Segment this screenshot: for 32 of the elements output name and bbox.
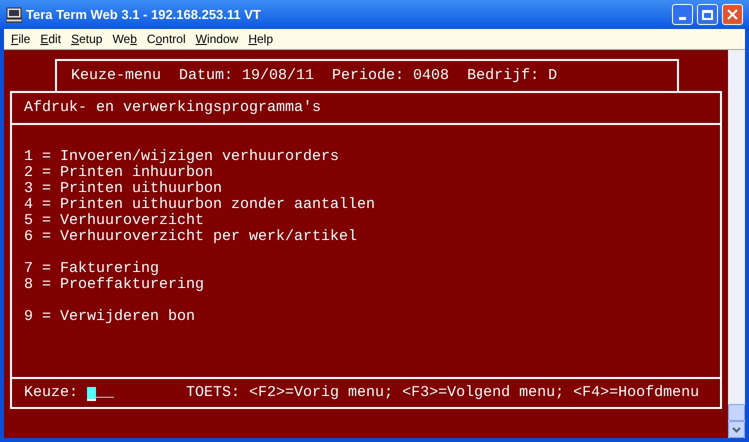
menu-item[interactable]: Setup bbox=[66, 30, 108, 48]
menu-item[interactable]: Edit bbox=[35, 30, 66, 48]
input-field[interactable]: __ bbox=[87, 385, 114, 401]
menu-option: 7 = Fakturering bbox=[24, 261, 720, 277]
window-title: Tera Term Web 3.1 - 192.168.253.11 VT bbox=[26, 6, 262, 24]
scrollbar[interactable] bbox=[728, 50, 745, 438]
menu-option: 6 = Verhuuroverzicht per werk/artikel bbox=[24, 229, 720, 245]
menu-option: 4 = Printen uithuurbon zonder aantallen bbox=[24, 197, 720, 213]
menu-item[interactable]: Control bbox=[142, 30, 191, 48]
menu-item[interactable]: Help bbox=[243, 30, 278, 48]
menu-option: 5 = Verhuuroverzicht bbox=[24, 213, 720, 229]
menu-option: 9 = Verwijderen bon bbox=[24, 309, 720, 325]
close-icon bbox=[727, 9, 738, 20]
chevron-down-icon bbox=[732, 426, 741, 432]
maximize-button[interactable] bbox=[697, 4, 718, 25]
menu-item[interactable]: Web bbox=[107, 30, 142, 48]
menu-item[interactable]: File bbox=[6, 30, 36, 48]
scroll-down-button[interactable] bbox=[728, 421, 745, 438]
cursor-icon bbox=[87, 387, 96, 401]
header-text: Keuze-menu Datum: 19/08/11 Periode: 0408 Bedrijf: D bbox=[71, 68, 558, 84]
close-button[interactable] bbox=[722, 4, 743, 25]
prompt-label: Keuze: bbox=[24, 385, 78, 401]
minimize-button[interactable] bbox=[672, 4, 693, 25]
menu-option: 8 = Proeffakturering bbox=[24, 277, 720, 293]
terminal-icon bbox=[6, 6, 22, 22]
menu-option: 1 = Invoeren/wijzigen verhuurorders bbox=[24, 149, 720, 165]
scrollbar-thumb[interactable] bbox=[728, 404, 745, 421]
menu-option: 2 = Printen inhuurbon bbox=[24, 165, 720, 181]
key-help-text: TOETS: <F2>=Vorig menu; <F3>=Volgend menu; <F4>=Hoofdmenu bbox=[186, 385, 700, 401]
screen-title: Afdruk- en verwerkingsprogramma's bbox=[24, 100, 322, 116]
menu-option: 3 = Printen uithuurbon bbox=[24, 181, 720, 197]
menu-item[interactable]: Window bbox=[190, 30, 244, 48]
